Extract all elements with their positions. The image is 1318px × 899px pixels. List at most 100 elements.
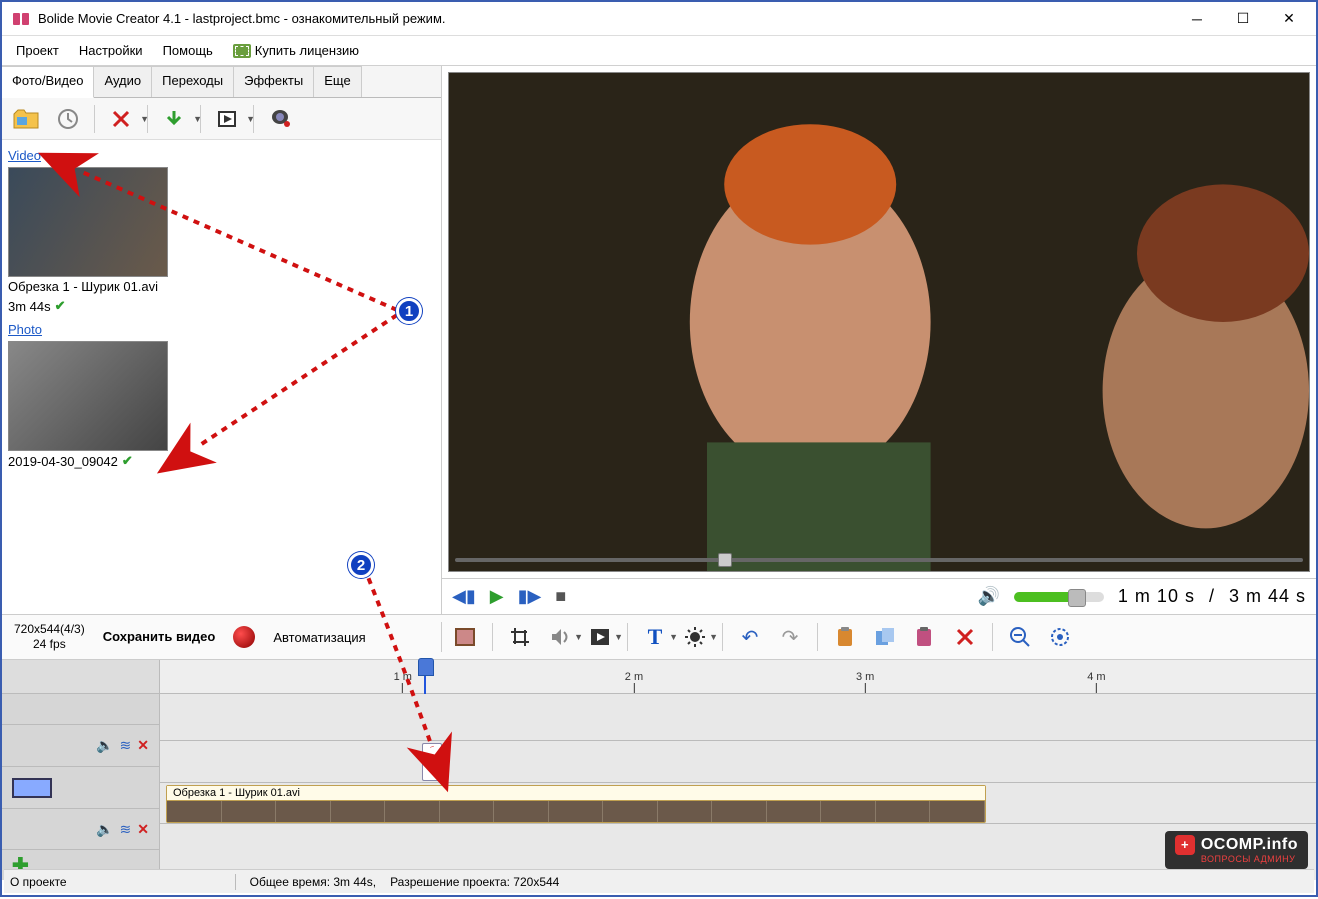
- next-frame-button[interactable]: ▮▶: [518, 586, 542, 607]
- media-item-photo[interactable]: 2019-04-30_09042 ✔: [8, 341, 435, 469]
- volume-icon[interactable]: 🔊: [978, 586, 1000, 607]
- delete-track-icon[interactable]: ✕: [137, 737, 149, 754]
- media-name: 2019-04-30_09042: [8, 454, 118, 469]
- project-resolution: 720x544(4/3): [14, 622, 85, 637]
- media-caption: 2019-04-30_09042 ✔: [8, 453, 178, 469]
- video-preview[interactable]: [448, 72, 1310, 572]
- chevron-down-icon: ▼: [246, 114, 255, 124]
- text-icon[interactable]: T▼: [642, 624, 668, 650]
- automation-button[interactable]: Автоматизация: [273, 630, 365, 645]
- delete-clip-icon[interactable]: [952, 624, 978, 650]
- recent-button[interactable]: [50, 102, 86, 136]
- track-header: [2, 766, 159, 808]
- menu-buy-license[interactable]: Купить лицензию: [225, 39, 367, 62]
- photo-section-label[interactable]: Photo: [8, 322, 435, 337]
- menu-help[interactable]: Помощь: [155, 39, 221, 62]
- tab-effects[interactable]: Эффекты: [234, 66, 314, 97]
- status-about[interactable]: О проекте: [10, 875, 67, 889]
- clipboard-icon[interactable]: [832, 624, 858, 650]
- maximize-button[interactable]: ☐: [1220, 4, 1266, 34]
- record-icon[interactable]: [233, 626, 255, 648]
- watermark-brand: OCOMP.info: [1201, 836, 1298, 854]
- tab-more[interactable]: Еще: [314, 66, 361, 97]
- timeline-ruler[interactable]: 1 m 2 m 3 m 4 m: [2, 660, 1316, 694]
- chevron-down-icon: ▼: [193, 114, 202, 124]
- overlay-clip[interactable]: [422, 743, 442, 781]
- tab-photo-video[interactable]: Фото/Видео: [2, 66, 94, 98]
- preview-scrubber[interactable]: [455, 553, 1303, 567]
- video-settings-icon[interactable]: ▼: [587, 624, 613, 650]
- tab-transitions[interactable]: Переходы: [152, 66, 234, 97]
- video-track[interactable]: Обрезка 1 - Шурик 01.avi: [160, 782, 1316, 824]
- minimize-button[interactable]: ─: [1174, 4, 1220, 34]
- app-icon: [12, 10, 30, 28]
- menu-settings[interactable]: Настройки: [71, 39, 151, 62]
- close-button[interactable]: ✕: [1266, 4, 1312, 34]
- brightness-icon[interactable]: ▼: [682, 624, 708, 650]
- watermark: + OCOMP.info ВОПРОСЫ АДМИНУ: [1165, 831, 1308, 869]
- media-duration: 3m 44s: [8, 299, 51, 314]
- zoom-out-icon[interactable]: [1007, 624, 1033, 650]
- status-total-time: Общее время: 3m 44s,: [250, 875, 376, 889]
- media-toolbar: ▼ ▼ ▼: [2, 98, 441, 140]
- track-header: 🔈 ≋ ✕: [2, 724, 159, 766]
- preview-panel: ◀▮ ▶ ▮▶ ■ 🔊 1 m 10 s / 3 m 44 s: [442, 66, 1316, 614]
- overlay-track[interactable]: [160, 740, 1316, 782]
- copy-icon[interactable]: [872, 624, 898, 650]
- redo-icon[interactable]: ↷: [777, 624, 803, 650]
- timeline-tracks: 🔈 ≋ ✕ 🔈 ≋ ✕ ✚ Обрезка 1 - Шурик 01.avi: [2, 694, 1316, 880]
- chevron-down-icon: ▼: [140, 114, 149, 124]
- webcam-button[interactable]: [262, 102, 298, 136]
- tab-audio[interactable]: Аудио: [94, 66, 152, 97]
- menubar: Проект Настройки Помощь Купить лицензию: [2, 36, 1316, 66]
- clip-settings-button[interactable]: ▼: [209, 102, 245, 136]
- import-button[interactable]: ▼: [156, 102, 192, 136]
- project-resolution-info: 720x544(4/3) 24 fps: [14, 622, 85, 652]
- collapse-icon[interactable]: ≋: [120, 737, 132, 754]
- delete-button[interactable]: ▼: [103, 102, 139, 136]
- video-section-label[interactable]: Video: [8, 148, 435, 163]
- window-controls: ─ ☐ ✕: [1174, 4, 1312, 34]
- project-fps: 24 fps: [14, 637, 85, 652]
- crop-icon[interactable]: [507, 624, 533, 650]
- mute-icon[interactable]: 🔈: [96, 821, 113, 838]
- media-tabs: Фото/Видео Аудио Переходы Эффекты Еще: [2, 66, 441, 98]
- time-current: 1 m 10 s: [1118, 586, 1195, 607]
- scrubber-handle[interactable]: [718, 553, 732, 567]
- menu-project[interactable]: Проект: [8, 39, 67, 62]
- track-headers: 🔈 ≋ ✕ 🔈 ≋ ✕ ✚: [2, 694, 160, 880]
- track-header: 🔈 ≋ ✕: [2, 808, 159, 850]
- watermark-sub: ВОПРОСЫ АДМИНУ: [1201, 855, 1296, 865]
- paste-icon[interactable]: [912, 624, 938, 650]
- track-content[interactable]: Обрезка 1 - Шурик 01.avi: [160, 694, 1316, 880]
- ruler-track: 1 m 2 m 3 m 4 m: [160, 660, 1316, 693]
- tools-row: 720x544(4/3) 24 fps Сохранить видео Авто…: [2, 614, 1316, 660]
- undo-icon[interactable]: ↶: [737, 624, 763, 650]
- stop-button[interactable]: ■: [555, 586, 566, 607]
- add-file-button[interactable]: [8, 102, 44, 136]
- play-button[interactable]: ▶: [490, 586, 504, 607]
- audio-icon[interactable]: ▼: [547, 624, 573, 650]
- check-icon: ✔: [122, 453, 133, 469]
- prev-frame-button[interactable]: ◀▮: [452, 586, 476, 607]
- collapse-icon[interactable]: ≋: [120, 821, 132, 838]
- video-thumbnail: [8, 167, 168, 277]
- volume-slider[interactable]: [1014, 592, 1104, 602]
- delete-track-icon[interactable]: ✕: [137, 821, 149, 838]
- video-clip[interactable]: Обрезка 1 - Шурик 01.avi: [166, 785, 986, 823]
- time-total: 3 m 44 s: [1229, 586, 1306, 607]
- zoom-fit-icon[interactable]: [1047, 624, 1073, 650]
- media-item-video[interactable]: Обрезка 1 - Шурик 01.avi 3m 44s ✔: [8, 167, 435, 314]
- watermark-icon: +: [1175, 835, 1195, 855]
- media-name: Обрезка 1 - Шурик 01.avi: [8, 279, 158, 294]
- ruler-tick: 2 m: [625, 671, 643, 693]
- window-titlebar: Bolide Movie Creator 4.1 - lastproject.b…: [2, 2, 1316, 36]
- save-video-button[interactable]: Сохранить видео: [103, 629, 216, 645]
- window-title: Bolide Movie Creator 4.1 - lastproject.b…: [38, 11, 1174, 26]
- mute-icon[interactable]: 🔈: [96, 737, 113, 754]
- film-icon[interactable]: [452, 624, 478, 650]
- statusbar: О проекте Общее время: 3m 44s, Разрешени…: [4, 869, 1314, 893]
- status-resolution: Разрешение проекта: 720x544: [390, 875, 559, 889]
- media-list: Video Обрезка 1 - Шурик 01.avi 3m 44s ✔ …: [2, 140, 441, 614]
- check-icon: ✔: [55, 298, 66, 314]
